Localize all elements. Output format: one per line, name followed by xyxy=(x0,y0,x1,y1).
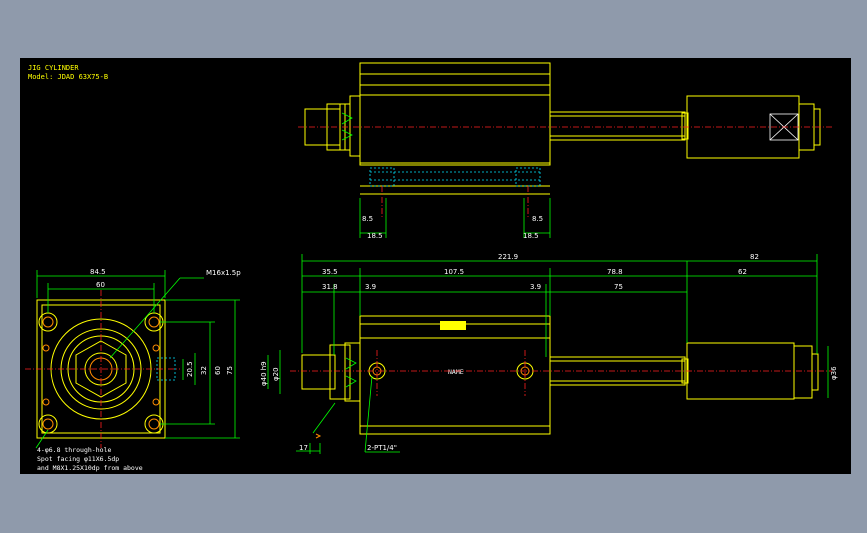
side-note-2: Spot facing φ11X6.5dp xyxy=(37,455,119,463)
dim-top-left-small: 8.5 xyxy=(362,215,373,223)
front-mark: NAME xyxy=(448,368,464,376)
dim-front-sub-2: 3.9 xyxy=(365,283,376,291)
top-view: 8.5 18.5 8.5 18.5 xyxy=(298,62,832,240)
dim-side-bolt-pitch: 60 xyxy=(96,281,105,289)
side-note-1: 4-φ6.8 through-hole xyxy=(37,446,111,454)
dim-front-seg-1: 35.5 xyxy=(322,268,338,276)
side-note-3: and M8X1.25X10dp from above xyxy=(37,464,143,472)
dim-front-seg-4: 62 xyxy=(738,268,747,276)
drawing-model: Model: JDAD 63X75-B xyxy=(28,73,108,81)
dim-top-right-small: 8.5 xyxy=(532,215,543,223)
dim-front-sub-4: 75 xyxy=(614,283,623,291)
drawing-frame: JIG CYLINDER Model: JDAD 63X75-B 8.5 18.… xyxy=(20,58,851,474)
nameplate xyxy=(440,321,466,330)
dim-front-dia-right: φ36 xyxy=(830,366,838,380)
dim-side-thread: M16x1.5p xyxy=(206,269,241,277)
dim-front-overall: 221.9 xyxy=(498,253,518,261)
dim-front-sub-1: 31.8 xyxy=(322,283,338,291)
dim-side-h-overall: 75 xyxy=(226,366,234,375)
dim-front-sub-3: 3.9 xyxy=(530,283,541,291)
dim-side-h-bolt: 60 xyxy=(214,366,222,375)
dim-front-dia-2: φ20 xyxy=(272,367,280,381)
side-view: 84.5 60 M16x1.5p 20.5 32 60 75 4-φ6.8 th… xyxy=(25,268,241,472)
front-view: NAME 221.9 82 35.5 107.5 78.8 62 31.8 3.… xyxy=(260,253,838,454)
dim-front-dia-1: φ40 h9 xyxy=(260,361,268,386)
drawing-title: JIG CYLINDER xyxy=(28,64,79,72)
dim-side-h-mid: 32 xyxy=(200,366,208,375)
dim-side-h-small: 20.5 xyxy=(186,361,194,377)
dim-side-overall: 84.5 xyxy=(90,268,106,276)
dim-top-left-large: 18.5 xyxy=(367,232,383,240)
dim-front-rod-end: 82 xyxy=(750,253,759,261)
dim-front-seg-3: 78.8 xyxy=(607,268,623,276)
cad-drawing: JIG CYLINDER Model: JDAD 63X75-B 8.5 18.… xyxy=(25,62,838,472)
dim-top-right-large: 18.5 xyxy=(523,232,539,240)
dim-front-port: 2-PT1/4" xyxy=(367,444,397,452)
dim-front-seg-2: 107.5 xyxy=(444,268,464,276)
dim-front-flat: 17 xyxy=(299,444,308,452)
